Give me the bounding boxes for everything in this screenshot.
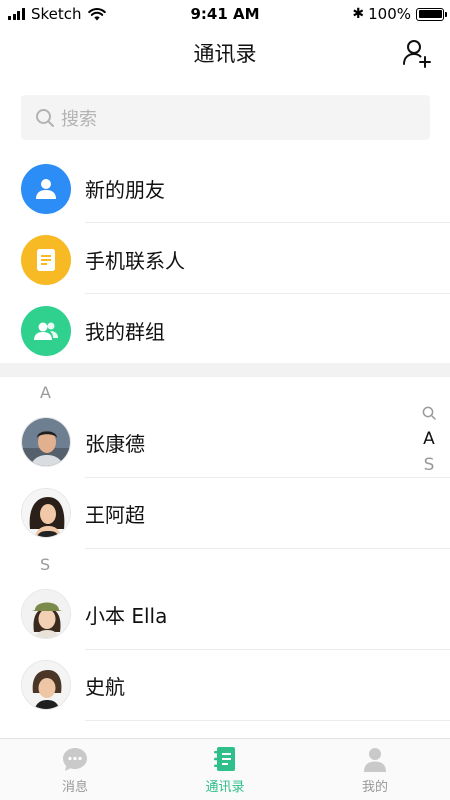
battery-icon [416, 7, 447, 21]
search-input[interactable]: 搜索 [21, 95, 430, 140]
index-letter-s[interactable]: S [418, 452, 440, 478]
contact-item-ella[interactable]: 小本 Ella [0, 579, 450, 650]
add-person-icon [403, 40, 431, 68]
contact-name: 史航 [85, 675, 125, 699]
search-icon [422, 406, 436, 420]
tab-messages[interactable]: 消息 [0, 739, 150, 800]
address-book-icon [214, 747, 235, 771]
status-bar: Sketch 9:41 AM ✱ 100% [0, 0, 450, 28]
avatar [21, 417, 71, 467]
contact-list: A 张康德 王阿超 S 小本 Ella 史航 [0, 377, 450, 721]
phone-contacts-label: 手机联系人 [85, 249, 185, 273]
index-search-item[interactable] [418, 400, 440, 426]
contact-name: 王阿超 [85, 503, 145, 527]
divider [85, 720, 450, 721]
new-friends-label: 新的朋友 [85, 178, 165, 202]
contact-name: 小本 Ella [85, 604, 168, 628]
add-contact-button[interactable] [402, 38, 432, 68]
page-title: 通讯录 [193, 42, 257, 66]
tab-bar: 消息 通讯录 我的 [0, 738, 450, 800]
battery-percent: 100% [368, 5, 411, 23]
avatar [21, 488, 71, 538]
profile-icon [364, 748, 386, 772]
contact-item-zhang-kangde[interactable]: 张康德 [0, 407, 450, 478]
group-icon [21, 306, 71, 356]
person-icon [21, 164, 71, 214]
bluetooth-icon: ✱ [352, 6, 365, 22]
divider [85, 548, 450, 549]
avatar [21, 589, 71, 639]
chat-bubble-icon [63, 748, 87, 771]
tab-contacts[interactable]: 通讯录 [150, 739, 300, 800]
search-icon [36, 108, 54, 127]
status-right: ✱ 100% [352, 5, 447, 23]
contact-item-shi-hang[interactable]: 史航 [0, 650, 450, 721]
section-separator [0, 363, 450, 377]
group-header-s: S [40, 555, 51, 574]
index-letter-a[interactable]: A [418, 426, 440, 452]
tab-label: 我的 [361, 780, 388, 795]
new-friends-item[interactable]: 新的朋友 [0, 152, 450, 223]
phone-contacts-item[interactable]: 手机联系人 [0, 223, 450, 294]
tab-profile[interactable]: 我的 [300, 739, 450, 800]
my-groups-label: 我的群组 [85, 320, 165, 344]
tab-label: 通讯录 [205, 780, 245, 795]
my-groups-item[interactable]: 我的群组 [0, 294, 450, 365]
contact-name: 张康德 [85, 432, 145, 456]
avatar [21, 660, 71, 710]
search-placeholder: 搜索 [61, 108, 97, 130]
tab-label: 消息 [61, 780, 88, 795]
navigation-bar: 通讯录 [0, 28, 450, 78]
alphabet-index-bar[interactable]: A S [418, 400, 440, 478]
contact-item-wang-achao[interactable]: 王阿超 [0, 478, 450, 549]
group-header-a: A [40, 383, 51, 402]
function-list: 新的朋友 手机联系人 我的群组 [0, 152, 450, 365]
document-icon [21, 235, 71, 285]
